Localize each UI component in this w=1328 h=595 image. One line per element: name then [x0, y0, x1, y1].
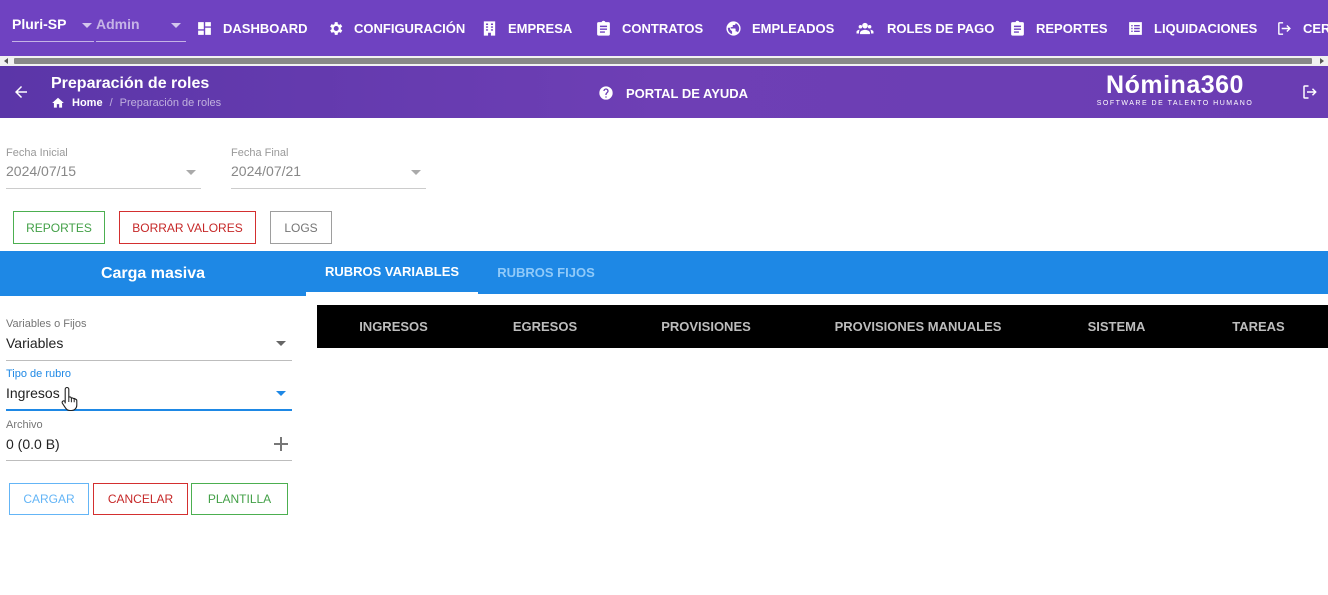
help-label: PORTAL DE AYUDA [626, 85, 749, 101]
nav-label: LIQUIDACIONES [1154, 20, 1258, 36]
nav-contratos[interactable]: CONTRATOS [595, 18, 703, 38]
scroll-left-icon[interactable] [4, 58, 8, 64]
end-date-label: Fecha Final [231, 147, 289, 159]
variables-fijos-select[interactable]: Variables o Fijos Variables [6, 318, 292, 361]
globe-icon [726, 20, 741, 36]
carga-masiva-header: Carga masiva [0, 251, 306, 296]
tab-rubros-variables[interactable]: RUBROS VARIABLES [306, 251, 478, 294]
arrow-back-icon[interactable] [12, 83, 30, 101]
chevron-down-icon [171, 23, 181, 28]
field-underline [6, 409, 292, 411]
cancelar-button[interactable]: CANCELAR [93, 483, 188, 515]
field-underline [6, 360, 292, 361]
cargar-button[interactable]: CARGAR [9, 483, 89, 515]
end-date-value: 2024/07/21 [231, 163, 302, 179]
gear-icon [330, 21, 343, 35]
end-date-field[interactable]: Fecha Final 2024/07/21 [231, 147, 426, 189]
start-date-field[interactable]: Fecha Inicial 2024/07/15 [6, 147, 201, 189]
subtab-ingresos[interactable]: INGRESOS [317, 305, 470, 348]
nav-label: CER [1303, 20, 1328, 36]
rubros-tab-bar: RUBROS VARIABLES RUBROS FIJOS [306, 251, 1328, 294]
plantilla-button[interactable]: PLANTILLA [191, 483, 288, 515]
archivo-label: Archivo [6, 419, 43, 431]
nav-label: ROLES DE PAGO [887, 20, 995, 36]
role-select[interactable]: Admin [96, 14, 186, 42]
home-icon[interactable] [51, 96, 65, 110]
nav-label: EMPLEADOS [752, 20, 835, 36]
brand-logo: Nómina360 SOFTWARE DE TALENTO HUMANO [1092, 71, 1258, 113]
field-underline [6, 460, 292, 461]
chevron-down-icon [276, 341, 286, 346]
nav-empresa[interactable]: EMPRESA [481, 18, 572, 38]
start-date-label: Fecha Inicial [6, 147, 68, 159]
hand-cursor-icon [61, 386, 78, 412]
list-icon [1129, 21, 1142, 35]
logo-brand: Nómina360 [1106, 71, 1244, 99]
logo-tagline: SOFTWARE DE TALENTO HUMANO [1096, 100, 1254, 107]
nav-liquidaciones[interactable]: LIQUIDACIONES [1127, 18, 1257, 38]
add-file-icon[interactable] [274, 437, 288, 451]
breadcrumb-current: Preparación de roles [119, 97, 222, 109]
chevron-down-icon [411, 170, 421, 175]
nav-empleados[interactable]: EMPLEADOS [725, 18, 834, 38]
page-title: Preparación de roles [51, 75, 210, 92]
subtab-sistema[interactable]: SISTEMA [1044, 305, 1189, 348]
chevron-down-icon [276, 391, 286, 396]
nav-label: EMPRESA [508, 20, 573, 36]
role-select-value: Admin [96, 16, 140, 32]
tipo-rubro-select[interactable]: Tipo de rubro Ingresos [6, 368, 292, 411]
nav-configuracion[interactable]: CONFIGURACIÓN [327, 18, 465, 38]
archivo-value: 0 (0.0 B) [6, 436, 60, 452]
breadcrumb: Home / Preparación de roles [51, 96, 221, 110]
subtab-tareas[interactable]: TAREAS [1189, 305, 1328, 348]
company-select-value: Pluri-SP [12, 16, 67, 32]
chevron-down-icon [186, 170, 196, 175]
subtab-provisiones[interactable]: PROVISIONES [620, 305, 792, 348]
horizontal-scrollbar[interactable] [0, 56, 1328, 66]
help-portal-link[interactable]: PORTAL DE AYUDA [598, 85, 748, 101]
users-icon [856, 22, 874, 34]
nav-dashboard[interactable]: DASHBOARD [196, 18, 308, 38]
top-nav-bar: Pluri-SP Admin DASHBOARD CONFIGURACIÓN E… [0, 0, 1328, 56]
rubro-category-tab-bar: INGRESOS EGRESOS PROVISIONES PROVISIONES… [317, 305, 1328, 348]
borrar-valores-button[interactable]: BORRAR VALORES [119, 211, 256, 244]
subtab-provisiones-manuales[interactable]: PROVISIONES MANUALES [792, 305, 1044, 348]
archivo-field[interactable]: Archivo 0 (0.0 B) [6, 419, 292, 461]
nav-roles-de-pago[interactable]: ROLES DE PAGO [853, 18, 994, 38]
nav-label: DASHBOARD [223, 20, 308, 36]
field-underline [231, 188, 426, 189]
subtab-egresos[interactable]: EGRESOS [470, 305, 620, 348]
company-select[interactable]: Pluri-SP [12, 14, 94, 42]
reportes-button[interactable]: REPORTES [13, 211, 105, 244]
building-icon [483, 20, 496, 36]
scrollbar-thumb[interactable] [14, 58, 1312, 64]
scroll-right-icon[interactable] [1320, 58, 1324, 64]
start-date-value: 2024/07/15 [6, 163, 77, 179]
breadcrumb-home[interactable]: Home [72, 97, 103, 109]
dashboard-icon [198, 21, 211, 35]
nav-label: CONFIGURACIÓN [354, 20, 466, 36]
chevron-down-icon [82, 23, 92, 28]
variables-fijos-label: Variables o Fijos [6, 318, 87, 330]
nav-cerrar[interactable]: CER [1276, 18, 1328, 38]
tipo-rubro-label: Tipo de rubro [6, 368, 72, 380]
logout-icon [1278, 21, 1291, 35]
help-icon [599, 86, 613, 100]
logs-button[interactable]: LOGS [270, 211, 332, 244]
page-header: Preparación de roles Home / Preparación … [0, 66, 1328, 118]
logout-icon[interactable] [1301, 83, 1319, 101]
nav-label: REPORTES [1036, 20, 1108, 36]
clipboard-icon [1011, 20, 1024, 36]
breadcrumb-separator: / [109, 97, 113, 109]
nav-reportes[interactable]: REPORTES [1009, 18, 1108, 38]
tab-rubros-fijos[interactable]: RUBROS FIJOS [478, 251, 614, 294]
nav-label: CONTRATOS [622, 20, 704, 36]
field-underline [6, 188, 201, 189]
variables-fijos-value: Variables [6, 335, 64, 351]
tipo-rubro-value: Ingresos [6, 385, 60, 401]
clipboard-icon [597, 20, 610, 36]
